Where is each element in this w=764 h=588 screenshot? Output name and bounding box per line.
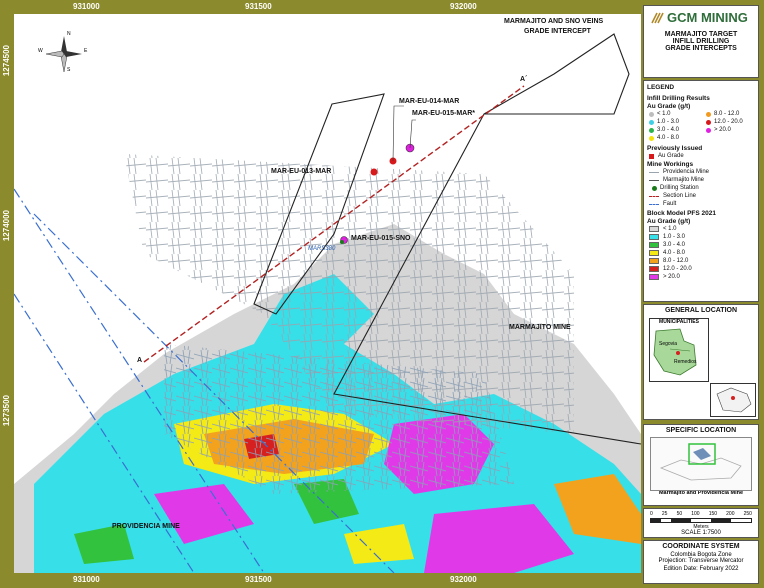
- workings-item: Fault: [649, 200, 758, 208]
- scale-ticks: 0 25 50 100 150 200 250: [650, 511, 752, 517]
- north-arrow: N S E W: [38, 31, 88, 74]
- infill-dot-3-4: [649, 127, 654, 133]
- scale-panel: 0 25 50 100 150 200 250 Meters SCALE 1:7500: [643, 508, 759, 538]
- infill-item: 3.0 - 4.0: [649, 126, 701, 134]
- infill-item: > 20.0: [706, 126, 758, 134]
- coordinate-panel: COORDINATE SYSTEM Colombia Bogota Zone P…: [643, 540, 759, 584]
- workings-item: Drilling Station: [649, 184, 758, 192]
- dashed-line-icon: [649, 203, 659, 205]
- compass-w: W: [38, 48, 43, 54]
- station-dot-icon: [652, 185, 657, 191]
- inset-map: MUNICIPALITIES Segovia Remedios: [648, 317, 756, 417]
- infill-dot-gt20: [706, 127, 711, 133]
- map-subtitle-1: MARMAJITO AND SNO VEINS: [504, 18, 604, 25]
- block-title: Block Model PFS 2021: [647, 210, 716, 217]
- coord-projection: Projection: Transverse Mercator: [658, 558, 744, 564]
- municipalities-box: MUNICIPALITIES Segovia Remedios: [649, 318, 709, 382]
- bottom-tick-931500: 931500: [245, 575, 272, 584]
- providencia-mine-label: PROVIDENCIA MINE: [112, 523, 180, 530]
- block-item: 8.0 - 12.0: [649, 257, 758, 265]
- left-tick-1274500: 1274500: [2, 45, 11, 77]
- label-mar-eu-013: MAR-EU-013-MAR: [271, 168, 332, 175]
- header-title-3: GRADE INTERCEPTS: [665, 45, 737, 52]
- header-title-2: INFILL DRILLING: [672, 38, 730, 45]
- block-item: 1.0 - 3.0: [649, 233, 758, 241]
- section-start-label: A: [137, 357, 143, 364]
- bottom-tick-931000: 931000: [73, 575, 100, 584]
- specific-inset: [650, 437, 752, 491]
- prev-title: Previously Issued: [647, 145, 703, 152]
- block-item: > 20.0: [649, 273, 758, 281]
- label-mar-eu-015: MAR-EU-015-MAR*: [412, 110, 476, 117]
- workings-title: Mine Workings: [647, 161, 694, 168]
- specific-title: SPECIFIC LOCATION: [665, 427, 737, 434]
- compass-s: S: [67, 67, 71, 73]
- block-item: < 1.0: [649, 225, 758, 233]
- legend-title: LEGEND: [647, 84, 675, 91]
- legend-panel: LEGEND Infill Drilling Results Au Grade …: [643, 80, 759, 302]
- block-item: 3.0 - 4.0: [649, 241, 758, 249]
- scale-ratio: SCALE 1:7500: [681, 530, 721, 536]
- general-title: GENERAL LOCATION: [664, 307, 738, 314]
- block-item: 12.0 - 20.0: [649, 265, 758, 273]
- drill-mar-eu-013: [370, 168, 378, 176]
- top-tick-931000: 931000: [73, 2, 100, 11]
- infill-item: 1.0 - 3.0: [649, 118, 701, 126]
- top-tick-931500: 931500: [245, 2, 272, 11]
- label-mar-eu-015-sno: MAR-EU-015-SNO: [351, 235, 411, 242]
- block-grade: Au Grade (g/t): [647, 218, 691, 225]
- dashed-line-icon: [649, 195, 659, 197]
- infill-item: 4.0 - 8.0: [649, 134, 701, 142]
- infill-item: < 1.0: [649, 110, 701, 118]
- logo-icon: [651, 12, 664, 23]
- country-box: [710, 383, 756, 417]
- segovia-label: Segovia: [659, 341, 678, 347]
- prev-item: Au Grade: [649, 152, 758, 160]
- compass-e: E: [84, 48, 88, 54]
- left-tick-1273500: 1273500: [2, 395, 11, 427]
- map-subtitle-2: GRADE INTERCEPT: [524, 28, 591, 35]
- infill-dot-4-8: [649, 135, 654, 141]
- infill-item: 12.0 - 20.0: [706, 118, 758, 126]
- workings-item: Providencia Mine: [649, 168, 758, 176]
- block-item: 4.0 - 8.0: [649, 249, 758, 257]
- infill-title: Infill Drilling Results: [647, 95, 710, 102]
- gcm-logo: GCM MINING: [650, 10, 758, 25]
- compass-n: N: [67, 31, 71, 37]
- coord-title: COORDINATE SYSTEM: [662, 543, 740, 550]
- logo-text: GCM MINING: [667, 10, 748, 25]
- workings-item: Section Line: [649, 192, 758, 200]
- line-icon: [649, 179, 659, 181]
- main-map[interactable]: N S E W MARMAJITO AND SNO VEINS GRADE IN…: [14, 14, 641, 573]
- workings-item: Marmajito Mine: [649, 176, 758, 184]
- marmajito-mine-label: MARMAJITO MINE: [509, 324, 571, 331]
- label-mar-eu-014: MAR-EU-014-MAR: [399, 98, 460, 105]
- infill-grade: Au Grade (g/t): [647, 103, 691, 110]
- top-tick-932000: 932000: [450, 2, 477, 11]
- square-icon: [649, 153, 654, 159]
- specific-map: [659, 443, 742, 481]
- bottom-tick-932000: 932000: [450, 575, 477, 584]
- specific-location-panel: SPECIFIC LOCATION Marmajito and Providen…: [643, 424, 759, 506]
- infill-dot-lt1: [649, 111, 654, 117]
- section-end-label: A´: [520, 76, 528, 83]
- label-drilling-station: MARS380: [308, 246, 336, 252]
- map-canvas: [14, 33, 641, 573]
- country-outline: [716, 387, 752, 413]
- header-title-1: MARMAJITO TARGET: [664, 31, 738, 38]
- drilling-station: [340, 240, 344, 244]
- general-location-panel: GENERAL LOCATION MUNICIPALITIES Segovia …: [643, 304, 759, 420]
- infill-dot-1-3: [649, 119, 654, 125]
- infill-dot-12-20: [706, 119, 711, 125]
- left-tick-1274000: 1274000: [2, 210, 11, 242]
- coord-edition: Edition Date: February 2022: [663, 566, 739, 572]
- header-panel: GCM MINING MARMAJITO TARGET INFILL DRILL…: [643, 5, 759, 78]
- line-icon: [649, 171, 659, 173]
- remedios-label: Remedios: [674, 359, 697, 365]
- infill-items: < 1.0 1.0 - 3.0 3.0 - 4.0 4.0 - 8.0 8.0 …: [644, 110, 758, 142]
- infill-item: 8.0 - 12.0: [706, 110, 758, 118]
- infill-dot-8-12: [706, 111, 711, 117]
- municipalities-map: [653, 328, 697, 376]
- scale-bar: [650, 518, 752, 523]
